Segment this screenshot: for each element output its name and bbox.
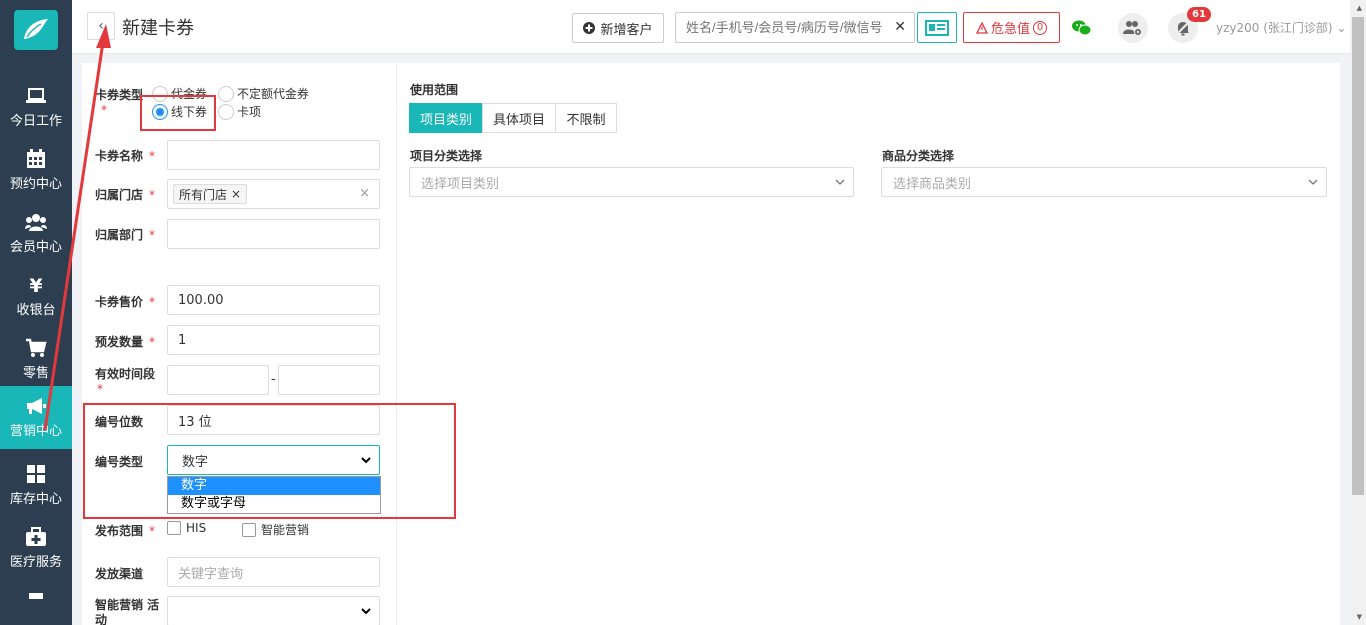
item-category-label: 项目分类选择 — [410, 149, 483, 163]
back-button[interactable]: ‹ — [87, 12, 115, 40]
scroll-up-icon[interactable]: ▲ — [1357, 4, 1362, 12]
store-tag[interactable]: 所有门店 × — [173, 184, 248, 204]
cart-icon — [26, 338, 47, 357]
column-divider — [396, 63, 397, 625]
group-gear-icon — [1123, 21, 1142, 36]
sidebar-item-today[interactable]: 今日工作 — [0, 76, 72, 139]
svg-text:¥: ¥ — [29, 275, 42, 295]
sidebar-item-label: 收银台 — [16, 303, 56, 318]
sidebar-item-label: 预约中心 — [9, 177, 62, 192]
wechat-button[interactable] — [1067, 13, 1097, 43]
notification-badge: 61 — [1187, 7, 1211, 22]
critical-value-button[interactable]: 危急值 0 — [963, 12, 1060, 43]
dept-label: 归属部门 * — [95, 228, 156, 242]
radio-variable-voucher[interactable]: 不定额代金券 — [218, 85, 309, 102]
highlight-box — [83, 403, 456, 519]
sidebar-item-label: 营销中心 — [9, 424, 62, 439]
sidebar-item-marketing[interactable]: 营销中心 — [0, 386, 72, 449]
qty-input[interactable]: 1 — [167, 325, 380, 355]
scrollbar-thumb[interactable] — [1352, 17, 1364, 495]
sidebar-item-members[interactable]: 会员中心 — [0, 202, 72, 265]
period-separator: - — [271, 372, 276, 387]
qty-label: 预发数量 * — [95, 335, 156, 349]
chevron-down-icon: ⌄ — [1336, 21, 1347, 35]
sidebar-item-label: 医疗服务 — [9, 555, 62, 570]
sidebar-item-label: 会员中心 — [9, 240, 62, 255]
checkbox-his[interactable]: HIS — [167, 521, 206, 535]
tab-specific-item[interactable]: 具体项目 — [482, 103, 556, 133]
app-logo[interactable] — [14, 10, 58, 50]
chevron-down-icon — [361, 608, 371, 615]
store-select[interactable]: 所有门店 × × — [167, 179, 380, 209]
publish-label: 发布范围 * — [95, 524, 156, 538]
sidebar-item-medical[interactable]: 医疗服务 — [0, 517, 72, 580]
sidebar-item-label: 今日工作 — [9, 114, 62, 129]
goods-category-select[interactable]: 选择商品类别 — [881, 167, 1327, 197]
goods-category-label: 商品分类选择 — [882, 149, 955, 163]
sidebar-item-appointment[interactable]: 预约中心 — [0, 139, 72, 202]
scope-title: 使用范围 — [410, 83, 459, 97]
highlight-box — [140, 95, 216, 131]
wechat-icon — [1072, 20, 1092, 36]
sidebar-item-retail[interactable]: 零售 — [0, 328, 72, 391]
user-name: yzy200 (张江门诊部) — [1216, 21, 1333, 35]
sidebar-item-cashier[interactable]: ¥ 收银台 — [0, 265, 72, 328]
card-name-input[interactable] — [167, 140, 380, 170]
plus-circle-icon — [583, 22, 596, 34]
grid-icon — [27, 465, 45, 483]
tab-unlimited[interactable]: 不限制 — [555, 103, 617, 133]
group-settings-button[interactable] — [1118, 13, 1148, 43]
add-customer-button[interactable]: 新增客户 — [572, 13, 664, 43]
chevron-left-icon: ‹ — [98, 18, 104, 34]
period-start-input[interactable] — [167, 365, 269, 395]
scroll-down-icon[interactable]: ▼ — [1357, 613, 1362, 621]
sidebar-item-label: 零售 — [22, 366, 49, 381]
channel-input[interactable]: 关键字查询 — [167, 557, 380, 587]
item-category-select[interactable]: 选择项目类别 — [409, 167, 854, 197]
critical-label: 危急值 — [990, 22, 1030, 37]
user-menu[interactable]: yzy200 (张江门诊部) ⌄ — [1216, 19, 1346, 36]
activity-label: 智能营销 活动 — [95, 598, 160, 625]
page-title: 新建卡券 — [122, 18, 194, 39]
calendar-icon — [27, 149, 45, 168]
activity-select[interactable] — [167, 596, 380, 625]
radio-card-item[interactable]: 卡项 — [218, 103, 261, 120]
channel-label: 发放渠道 — [95, 567, 144, 581]
close-icon[interactable]: ✕ — [894, 19, 906, 35]
dept-input[interactable] — [167, 219, 380, 249]
search-box[interactable]: ✕ — [675, 12, 915, 43]
yen-icon: ¥ — [29, 275, 42, 295]
medkit-icon — [26, 527, 46, 546]
laptop-icon — [26, 88, 46, 103]
id-card-button[interactable] — [917, 12, 957, 43]
period-label: 有效时间段 * — [95, 367, 156, 396]
tab-item-category[interactable]: 项目类别 — [409, 103, 483, 133]
chevron-down-icon — [835, 179, 845, 185]
warning-icon — [975, 21, 988, 34]
sidebar-item-inventory[interactable]: 库存中心 — [0, 454, 72, 517]
sidebar: 今日工作 预约中心 会员中心 ¥ 收银台 零售 营销中心 库存中心 医疗服务 — [0, 0, 72, 625]
sidebar-item-label: 库存中心 — [9, 492, 62, 507]
megaphone-icon — [27, 398, 46, 414]
period-end-input[interactable] — [278, 365, 380, 395]
price-input[interactable]: 100.00 — [167, 285, 380, 315]
users-icon — [25, 214, 47, 231]
add-customer-label: 新增客户 — [600, 22, 653, 38]
clear-icon[interactable]: × — [359, 186, 370, 201]
more-icon — [29, 593, 43, 599]
name-label: 卡券名称 * — [95, 149, 156, 163]
store-label: 归属门店 * — [95, 188, 156, 202]
top-header: ‹ 新建卡券 新增客户 ✕ 危急值 0 61 yzy200 (张江门诊部) ⌄ — [72, 0, 1366, 54]
checkbox-smart-marketing[interactable]: 智能营销 — [242, 521, 309, 538]
search-input[interactable] — [686, 20, 886, 35]
card-type-label: 卡券类型 * — [95, 88, 144, 117]
chevron-down-icon — [1308, 179, 1318, 185]
page-scrollbar[interactable]: ▲ ▼ — [1350, 0, 1366, 625]
critical-count: 0 — [1033, 20, 1047, 35]
id-card-icon — [925, 19, 949, 36]
tag-close-icon[interactable]: × — [231, 187, 241, 201]
bell-off-icon — [1175, 20, 1191, 36]
price-label: 卡券售价 * — [95, 295, 156, 309]
